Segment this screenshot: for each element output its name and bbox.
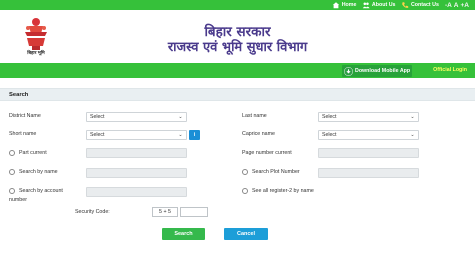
font-normal-button[interactable]: A bbox=[454, 2, 459, 9]
info-button[interactable]: i bbox=[189, 130, 200, 140]
department-title: राजस्व एवं भूमि सुधार विभाग bbox=[167, 40, 308, 55]
see-all-register-label: See all register-2 by name bbox=[252, 188, 314, 194]
home-icon bbox=[333, 2, 340, 9]
security-code-label: Security Code: bbox=[75, 209, 110, 215]
district-name-select[interactable]: Select ⌄ bbox=[86, 112, 187, 122]
about-us-link[interactable]: About Us bbox=[362, 1, 395, 9]
download-icon bbox=[344, 66, 353, 76]
search-by-account-label: Search by account bbox=[19, 188, 63, 194]
app-bar: Download Mobile App Official Login bbox=[0, 63, 475, 78]
search-button[interactable]: Search bbox=[162, 228, 205, 240]
short-name-label: Short name bbox=[9, 131, 37, 137]
home-link-label: Home bbox=[341, 2, 357, 8]
font-increase-button[interactable]: +A bbox=[461, 2, 470, 9]
short-name-select[interactable]: Select ⌄ bbox=[86, 130, 187, 140]
search-by-name-label: Search by name bbox=[19, 169, 58, 175]
last-name-label: Last name bbox=[242, 113, 267, 119]
people-icon bbox=[363, 2, 371, 9]
chevron-down-icon: ⌄ bbox=[410, 113, 415, 120]
chevron-down-icon: ⌄ bbox=[178, 131, 183, 138]
search-by-name-input[interactable] bbox=[86, 168, 187, 178]
search-plot-number-input[interactable] bbox=[318, 168, 419, 178]
district-name-value: Select bbox=[90, 113, 105, 120]
search-by-name-radio[interactable] bbox=[9, 169, 15, 175]
site-header: बिहार भूमि बिहार सरकार राजस्व एवं भूमि स… bbox=[0, 10, 475, 63]
district-name-label: District Name bbox=[9, 113, 41, 119]
search-heading: Search bbox=[9, 92, 29, 98]
download-mobile-app-button[interactable]: Download Mobile App bbox=[342, 65, 413, 77]
phone-icon bbox=[402, 2, 409, 8]
font-decrease-button[interactable]: -A bbox=[445, 2, 452, 9]
caprice-name-label: Caprice name bbox=[242, 131, 275, 137]
part-current-label: Part current bbox=[19, 150, 47, 156]
caprice-name-select[interactable]: Select ⌄ bbox=[318, 130, 419, 140]
top-bar: Home About Us Contact Us -A A +A bbox=[0, 0, 475, 10]
short-name-value: Select bbox=[90, 131, 105, 138]
cancel-button[interactable]: Cancel bbox=[224, 228, 268, 240]
part-current-radio[interactable] bbox=[9, 150, 15, 156]
chevron-down-icon: ⌄ bbox=[178, 113, 183, 120]
part-current-input[interactable] bbox=[86, 148, 187, 158]
search-plot-number-radio[interactable] bbox=[242, 169, 248, 175]
home-link[interactable]: Home bbox=[332, 1, 356, 9]
contact-us-label: Contact Us bbox=[410, 2, 439, 8]
official-login-link[interactable]: Official Login bbox=[433, 67, 467, 73]
chevron-down-icon: ⌄ bbox=[410, 131, 415, 138]
search-by-account-radio[interactable] bbox=[9, 188, 15, 194]
font-size-controls: -A A +A bbox=[445, 2, 469, 9]
captcha-image: 5 + 5 bbox=[152, 207, 178, 217]
page-number-current-input[interactable] bbox=[318, 148, 419, 158]
page-number-current-label: Page number current bbox=[242, 150, 292, 156]
last-name-value: Select bbox=[322, 113, 337, 120]
search-by-account-input[interactable] bbox=[86, 187, 187, 197]
search-plot-number-label: Search Plot Number bbox=[252, 169, 300, 175]
top-links: Home About Us Contact Us -A A +A bbox=[332, 1, 469, 9]
search-by-account-label-cont: number bbox=[9, 197, 27, 203]
caprice-name-value: Select bbox=[322, 131, 337, 138]
last-name-select[interactable]: Select ⌄ bbox=[318, 112, 419, 122]
see-all-register-radio[interactable] bbox=[242, 188, 248, 194]
search-section-header: Search bbox=[0, 88, 475, 101]
captcha-input[interactable] bbox=[180, 207, 208, 217]
download-mobile-app-label: Download Mobile App bbox=[355, 68, 411, 74]
contact-us-link[interactable]: Contact Us bbox=[401, 1, 439, 9]
about-us-label: About Us bbox=[371, 2, 396, 8]
